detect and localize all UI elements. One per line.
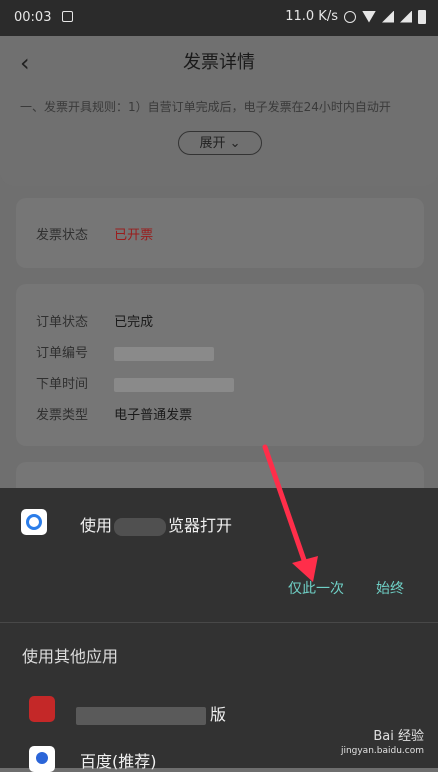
order-info-card: 订单状态 已完成 订单编号 下单时间 发票类型 电子普通发票: [16, 284, 424, 446]
wifi-icon: [362, 10, 376, 23]
status-time: 00:03: [14, 10, 52, 25]
app1-icon: [29, 696, 55, 722]
just-once-button[interactable]: 仅此一次: [288, 578, 344, 598]
open-with-sheet: 使用 览器打开 仅此一次 始终 使用其他应用 版 百度(推荐): [0, 488, 438, 772]
app1-label[interactable]: 版: [76, 701, 226, 725]
image-notification-icon: [62, 11, 73, 22]
alarm-icon: [344, 10, 356, 23]
order-time-redacted: [114, 377, 235, 392]
status-bar: 00:03 11.0 K/s: [0, 0, 438, 36]
battery-icon: [418, 9, 426, 24]
order-number-key: 订单编号: [36, 346, 89, 361]
app1-name-redacted: [76, 706, 206, 725]
order-status-row: 订单状态 已完成: [36, 311, 153, 330]
app1-suffix: 版: [210, 705, 227, 724]
order-number-redacted: [114, 346, 215, 361]
sheet-divider: [0, 622, 438, 623]
order-number-row: 订单编号: [36, 342, 215, 361]
watermark: Bai 经验 jingyan.baidu.com: [341, 730, 424, 758]
app-header: ‹ 发票详情: [0, 36, 438, 86]
default-browser-row[interactable]: 使用 览器打开: [0, 488, 438, 558]
invoice-type-key: 发票类型: [36, 408, 89, 423]
order-time-key: 下单时间: [36, 377, 89, 392]
network-speed: 11.0 K/s: [285, 9, 338, 24]
other-apps-title: 使用其他应用: [22, 647, 119, 666]
browser-app-icon: [21, 509, 47, 535]
expand-button[interactable]: 展开 ⌄: [178, 131, 262, 155]
open-prefix: 使用: [80, 516, 113, 535]
invoice-type-row: 发票类型 电子普通发票: [36, 404, 192, 423]
app2-label[interactable]: 百度(推荐): [80, 748, 157, 772]
status-right: 11.0 K/s: [285, 9, 426, 24]
baidu-app-icon: [29, 746, 55, 772]
signal-icon: [382, 10, 394, 23]
open-with-browser-label: 使用 览器打开: [80, 512, 232, 536]
order-status-key: 订单状态: [36, 315, 89, 330]
chevron-down-icon: ⌄: [229, 136, 241, 151]
browser-name-redacted: [114, 517, 167, 536]
signal-icon-2: [400, 10, 412, 23]
invoice-status-key: 发票状态: [36, 228, 89, 243]
always-button[interactable]: 始终: [376, 578, 404, 598]
invoice-type-value: 电子普通发票: [114, 408, 193, 423]
watermark-brand: Bai 经验: [373, 729, 424, 744]
order-status-value: 已完成: [114, 315, 154, 330]
page-title: 发票详情: [183, 52, 255, 73]
expand-label: 展开: [199, 136, 226, 151]
invoice-status-value: 已开票: [114, 228, 154, 243]
open-suffix: 览器打开: [168, 516, 233, 535]
invoice-status-row: 发票状态 已开票: [36, 224, 153, 243]
invoice-status-card: 发票状态 已开票: [16, 198, 424, 268]
order-time-row: 下单时间: [36, 373, 235, 392]
invoice-rules-notice: 一、发票开具规则：1）自营订单完成后，电子发票在24小时内自动开: [20, 100, 391, 114]
sheet-actions: 仅此一次 始终: [288, 578, 404, 598]
watermark-url: jingyan.baidu.com: [340, 746, 424, 756]
